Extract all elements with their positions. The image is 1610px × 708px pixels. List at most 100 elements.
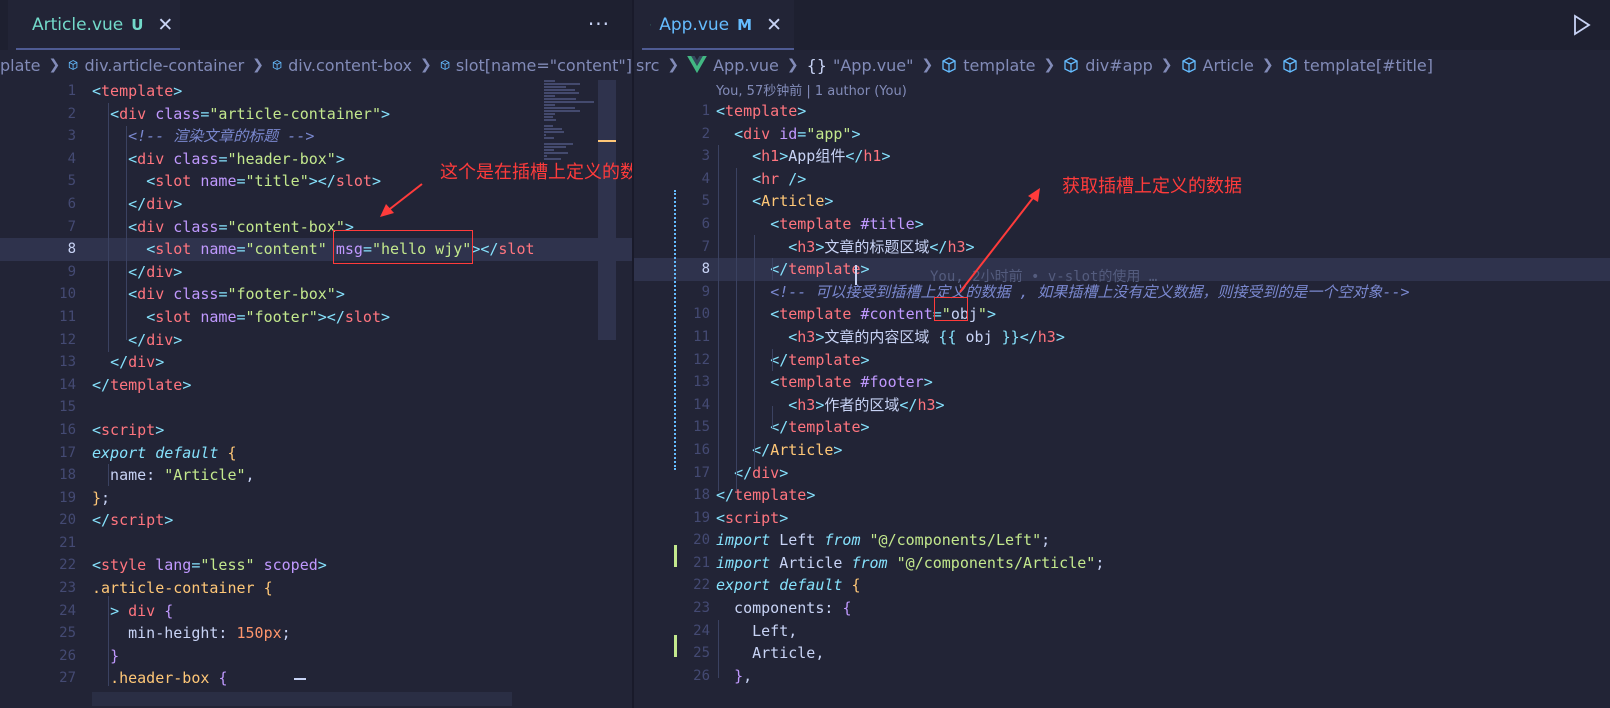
code-line[interactable]: 11 <slot name="footer"></slot>	[0, 306, 632, 329]
code-line[interactable]: 17 </div>	[634, 462, 1610, 485]
horizontal-scrollbar[interactable]	[92, 692, 512, 706]
code-line[interactable]: 27 .header-box {	[0, 667, 632, 690]
close-icon[interactable]: ✕	[766, 14, 782, 36]
code-line[interactable]: 2 <div class="article-container">	[0, 103, 632, 126]
breadcrumb-item[interactable]: div.article-container	[84, 56, 244, 75]
code-line[interactable]: 21 import Article from "@/components/Arti…	[634, 552, 1610, 575]
code-line[interactable]: 26 }	[0, 645, 632, 668]
minimap-slider[interactable]	[598, 80, 616, 340]
code-line[interactable]: 6 </div>	[0, 193, 632, 216]
code-line[interactable]: 3 <h1>App组件</h1>	[634, 145, 1610, 168]
code-text: > div {	[110, 601, 174, 620]
code-line[interactable]: 13 </div>	[0, 351, 632, 374]
code-text: <div id="app">	[734, 124, 861, 143]
chevron-right-icon: ❯	[252, 57, 264, 73]
line-number: 20	[59, 512, 76, 529]
code-line[interactable]: 23 .article-container {	[0, 577, 632, 600]
line-number: 4	[67, 150, 76, 167]
breadcrumb-item[interactable]: div#app	[1085, 56, 1153, 75]
breadcrumb-item[interactable]: src	[636, 56, 659, 75]
code-line[interactable]: 21	[0, 532, 632, 555]
code-line[interactable]: 10 <div class="footer-box">	[0, 283, 632, 306]
code-line[interactable]: 15	[0, 396, 632, 419]
indent-guide	[772, 349, 773, 371]
breadcrumb-item[interactable]: App.vue	[713, 56, 779, 75]
code-line[interactable]: 22 export default {	[634, 574, 1610, 597]
code-line[interactable]: 18 </template>	[634, 484, 1610, 507]
code-line[interactable]: 16 </Article>	[634, 439, 1610, 462]
code-line[interactable]: 19 <script>	[634, 507, 1610, 530]
more-actions-icon[interactable]: ···	[588, 12, 610, 36]
code-line[interactable]: 2 <div id="app">	[634, 123, 1610, 146]
codelens-blame[interactable]: You, 57秒钟前 | 1 author (You)	[716, 80, 907, 99]
code-text: Article,	[716, 644, 825, 663]
line-number: 19	[59, 489, 76, 506]
line-number: 12	[59, 331, 76, 348]
code-line[interactable]: 19};	[0, 487, 632, 510]
line-number: 3	[67, 128, 76, 145]
code-text: </template>	[770, 418, 870, 437]
code-line[interactable]: 17 export default {	[0, 442, 632, 465]
minimap-line	[544, 98, 576, 100]
highlight-box-obj	[934, 297, 968, 321]
line-number: 8	[701, 261, 710, 278]
code-line[interactable]: 20 </script>	[0, 509, 632, 532]
code-line[interactable]: 13 <template #footer>	[634, 371, 1610, 394]
breadcrumb-item[interactable]: slot[name="content"]	[456, 56, 632, 75]
code-line[interactable]: 7 <h3>文章的标题区域</h3>	[634, 236, 1610, 259]
code-line[interactable]: 22 <style lang="less" scoped>	[0, 554, 632, 577]
text-cursor	[855, 265, 857, 285]
code-text: </div>	[128, 194, 183, 213]
tab-article-vue[interactable]: Article.vue U ✕	[8, 0, 180, 50]
code-line[interactable]: 12 </template>	[634, 349, 1610, 372]
breadcrumb-item[interactable]: plate	[0, 56, 41, 75]
code-text: </div>	[110, 353, 165, 372]
code-line[interactable]: 1 <template>	[0, 80, 632, 103]
code-line[interactable]: 10 <template #content="obj">	[634, 303, 1610, 326]
code-line[interactable]: 12 </div>	[0, 329, 632, 352]
line-number: 7	[67, 218, 76, 235]
minimap-line	[544, 101, 594, 103]
code-line[interactable]: 25 Article,	[634, 642, 1610, 665]
code-line[interactable]: 24 Left,	[634, 620, 1610, 643]
code-line[interactable]: 25 min-height: 150px;	[0, 622, 632, 645]
close-icon[interactable]: ✕	[157, 14, 173, 36]
line-number: 10	[59, 286, 76, 303]
code-line[interactable]: 26 },	[634, 665, 1610, 688]
code-line[interactable]: 23 components: {	[634, 597, 1610, 620]
code-line[interactable]: 1 <template>	[634, 100, 1610, 123]
code-text: <slot name="title"></slot>	[146, 172, 381, 191]
code-line[interactable]: 24 > div {	[0, 600, 632, 623]
highlight-box-msg	[333, 230, 473, 264]
code-line[interactable]: 9 </div>	[0, 261, 632, 284]
code-line[interactable]: 20 import Left from "@/components/Left";	[634, 529, 1610, 552]
minimap-line	[544, 131, 564, 133]
breadcrumb-item[interactable]: div.content-box	[288, 56, 412, 75]
line-number: 24	[59, 602, 76, 619]
code-line[interactable]: 8 <slot name="content" msg="hello wjy"><…	[0, 238, 632, 261]
line-number: 25	[59, 625, 76, 642]
code-line[interactable]: 15 </template>	[634, 416, 1610, 439]
code-line[interactable]: 14 <h3>作者的区域</h3>	[634, 394, 1610, 417]
code-line[interactable]: 14 </template>	[0, 374, 632, 397]
vue-logo-icon	[650, 24, 652, 26]
breadcrumb-item[interactable]: Article	[1203, 56, 1254, 75]
code-line[interactable]: 7 <div class="content-box">	[0, 216, 632, 239]
breadcrumb-item[interactable]: template	[963, 56, 1035, 75]
breadcrumb-item[interactable]: "App.vue"	[833, 56, 914, 75]
run-icon[interactable]	[1572, 14, 1592, 36]
code-line[interactable]: 11 <h3>文章的内容区域 {{ obj }}</h3>	[634, 326, 1610, 349]
breadcrumb-item[interactable]: template[#title]	[1304, 56, 1433, 75]
tab-app-vue[interactable]: App.vue M ✕	[634, 0, 794, 50]
chevron-right-icon: ❯	[667, 57, 680, 73]
code-text: <template>	[716, 102, 807, 120]
code-text: min-height: 150px;	[92, 624, 291, 643]
code-line[interactable]: 18 name: "Article",	[0, 464, 632, 487]
line-number: 15	[59, 399, 76, 416]
code-line[interactable]: 6 <template #title>	[634, 213, 1610, 236]
code-text: </Article>	[752, 440, 843, 459]
cube-icon	[1181, 57, 1196, 73]
code-line[interactable]: 16 <script>	[0, 419, 632, 442]
indent-guide	[772, 406, 773, 428]
code-line[interactable]: 3 <!-- 渲染文章的标题 -->	[0, 125, 632, 148]
